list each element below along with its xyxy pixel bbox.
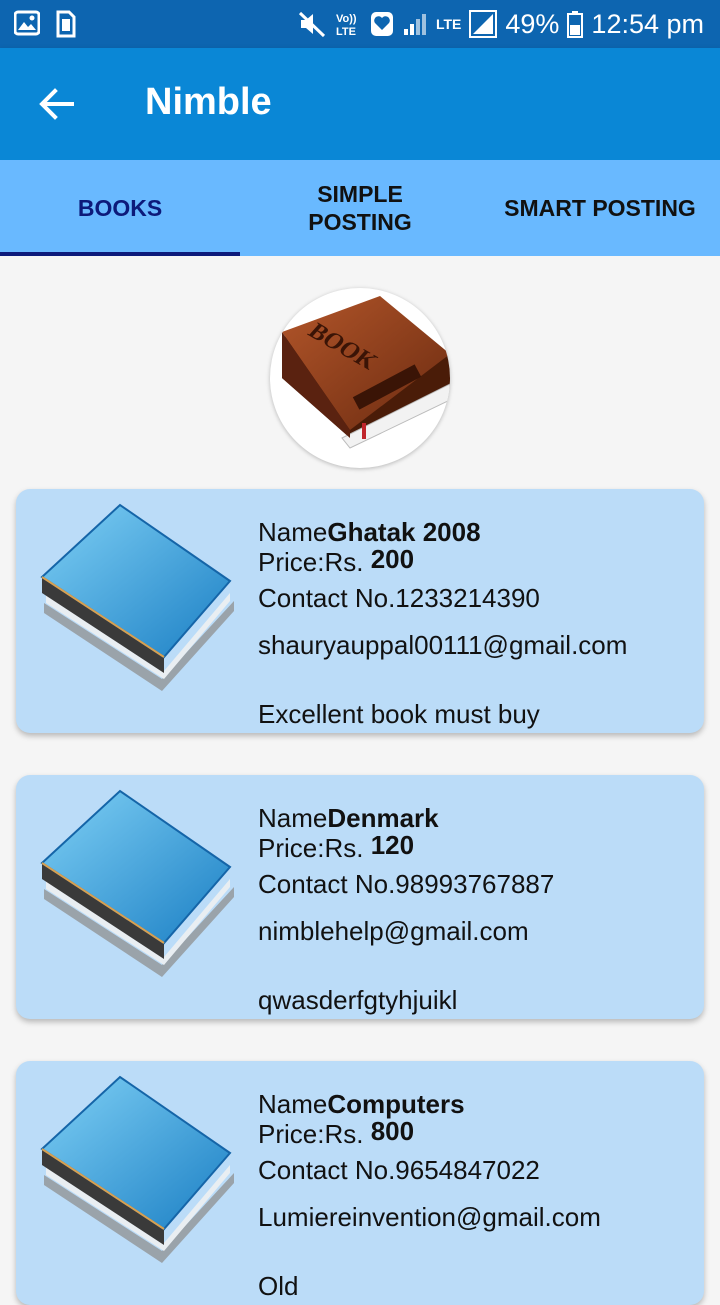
clock: 12:54 pm	[591, 8, 704, 39]
mute-icon	[298, 11, 326, 38]
status-right-icons: Vo)) LTE LTE 49% 12:54 pm	[298, 0, 704, 48]
name-label: Name	[258, 1089, 328, 1119]
heart-app-icon	[370, 12, 393, 36]
book-email: nimblehelp@gmail.com	[258, 916, 529, 946]
tab-books[interactable]: BOOKS	[0, 160, 240, 256]
status-left-icons	[14, 10, 76, 38]
book-contact: Contact No.9654847022	[258, 1155, 540, 1186]
book-email: shauryauppal00111@gmail.com	[258, 630, 628, 660]
contact-label: Contact No.	[258, 869, 396, 899]
active-tab-indicator	[0, 252, 240, 256]
book-card[interactable]: NameGhatak 2008 Price:Rs. 200 Contact No…	[16, 489, 704, 733]
tab-simple-posting[interactable]: SIMPLE POSTING	[240, 160, 480, 256]
app-bar: Nimble	[0, 48, 720, 160]
volte-icon: Vo)) LTE	[336, 13, 357, 38]
book-name: NameGhatak 2008	[258, 517, 481, 548]
back-button[interactable]	[24, 70, 88, 138]
book-price: Price:Rs. 120	[258, 830, 415, 864]
app-title: Nimble	[145, 81, 272, 123]
price-label: Price:Rs.	[258, 547, 364, 577]
book-name: NameComputers	[258, 1089, 465, 1120]
book-card[interactable]: NameDenmark Price:Rs. 120 Contact No.989…	[16, 775, 704, 1019]
signal-strength-icon	[469, 10, 498, 38]
sim-card-icon	[56, 10, 76, 38]
name-label: Name	[258, 517, 328, 547]
price-label: Price:Rs.	[258, 1119, 364, 1149]
book-contact: Contact No.98993767887	[258, 869, 554, 900]
network-type-label: LTE	[435, 16, 462, 32]
price-value: 120	[370, 830, 415, 860]
contact-value: 98993767887	[395, 869, 555, 899]
tab-simple-posting-label: SIMPLE POSTING	[308, 181, 412, 235]
battery-icon	[567, 11, 584, 38]
book-price: Price:Rs. 200	[258, 544, 415, 578]
name-value: Computers	[327, 1089, 465, 1119]
book-card[interactable]: NameComputers Price:Rs. 800 Contact No.9…	[16, 1061, 704, 1305]
blue-book-icon	[40, 1075, 234, 1263]
status-bar: Vo)) LTE LTE 49% 12:54 pm	[0, 0, 720, 48]
price-label: Price:Rs.	[258, 833, 364, 863]
battery-percent: 49%	[505, 8, 560, 39]
book-email: Lumiereinvention@gmail.com	[258, 1202, 601, 1232]
svg-text:LTE: LTE	[336, 26, 356, 38]
blue-book-icon	[40, 503, 234, 691]
svg-text:Vo)): Vo))	[336, 13, 357, 25]
contact-label: Contact No.	[258, 583, 396, 613]
price-value: 800	[370, 1116, 415, 1146]
price-value: 200	[370, 544, 415, 574]
back-arrow-icon	[39, 88, 74, 120]
contact-label: Contact No.	[258, 1155, 396, 1185]
signal-icon	[403, 14, 426, 35]
book-price: Price:Rs. 800	[258, 1116, 415, 1150]
contact-value: 1233214390	[395, 583, 540, 613]
name-value: Denmark	[327, 803, 439, 833]
tab-bar: BOOKS SIMPLE POSTING SMART POSTING	[0, 160, 720, 256]
contact-value: 9654847022	[395, 1155, 540, 1185]
blue-book-icon	[40, 789, 234, 977]
tab-smart-posting[interactable]: SMART POSTING	[480, 160, 720, 256]
book-logo: BOOK	[270, 288, 450, 468]
book-contact: Contact No.1233214390	[258, 583, 540, 614]
brown-book-icon: BOOK	[282, 296, 450, 449]
gallery-icon	[14, 10, 40, 36]
book-description: Old	[258, 1271, 299, 1301]
name-value: Ghatak 2008	[327, 517, 481, 547]
book-description: Excellent book must buy	[258, 699, 540, 729]
name-label: Name	[258, 803, 328, 833]
book-description: qwasderfgtyhjuikl	[258, 985, 458, 1015]
